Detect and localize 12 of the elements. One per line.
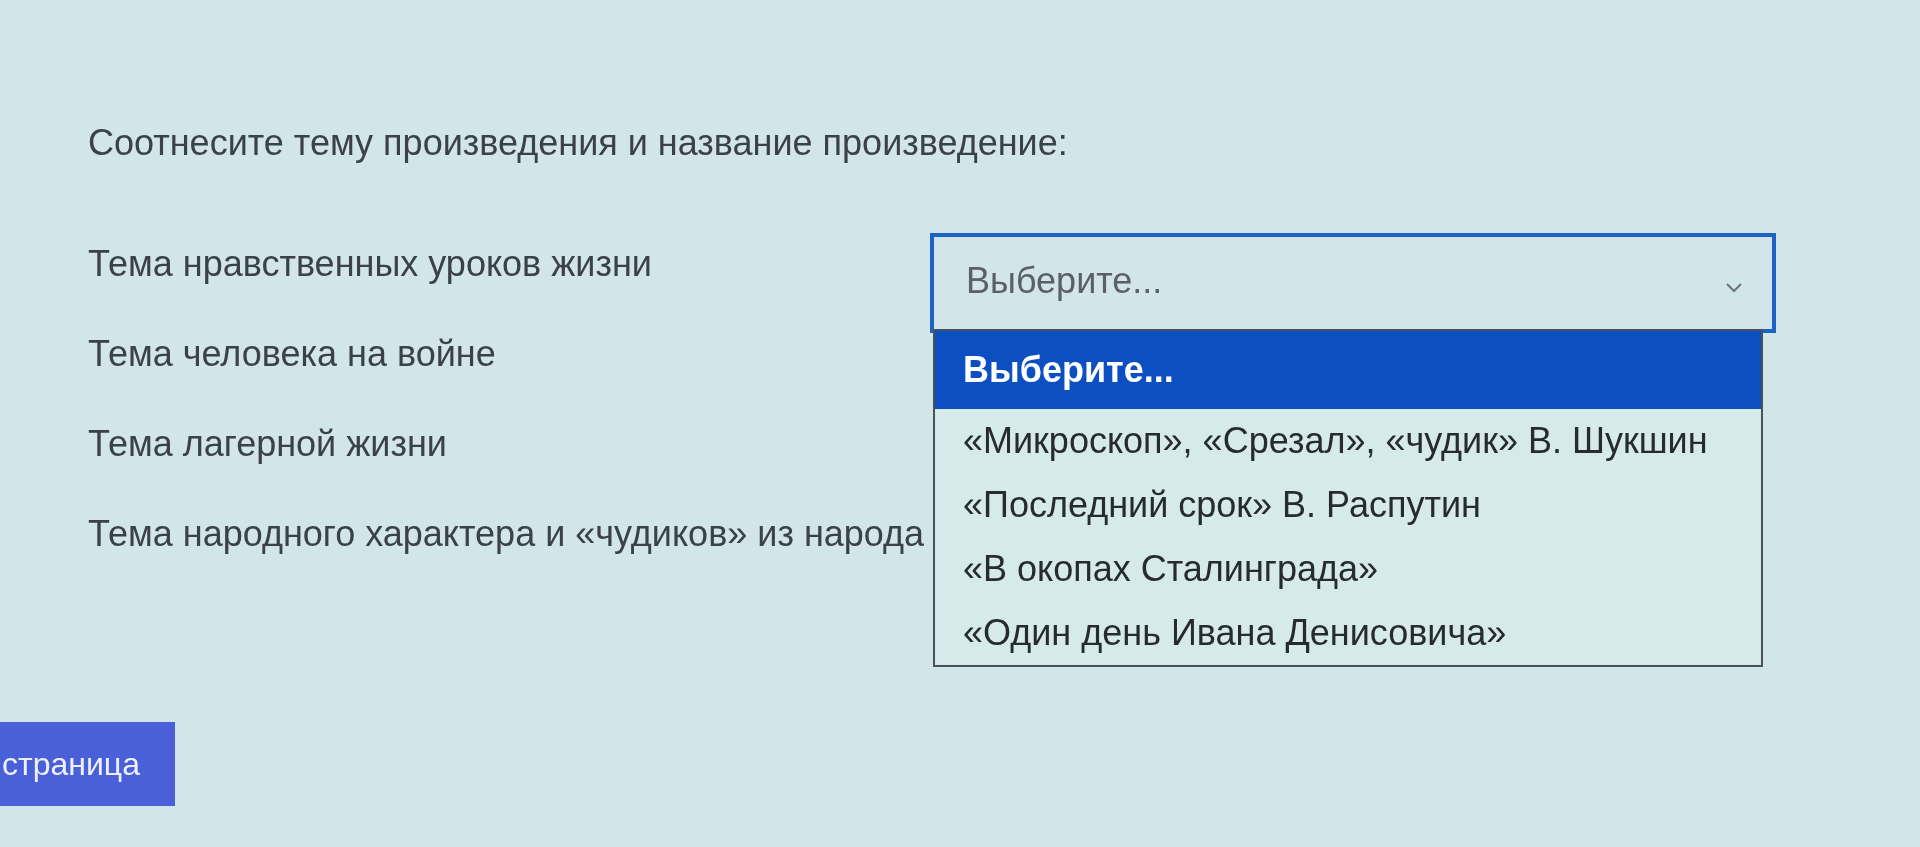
dropdown-option[interactable]: «Микроскоп», «Срезал», «чудик» В. Шукшин [935, 409, 1761, 473]
dropdown-option[interactable]: «Один день Ивана Денисовича» [935, 601, 1761, 665]
row-label: Тема лагерной жизни [88, 422, 447, 466]
dropdown-option[interactable]: «В окопах Сталинграда» [935, 537, 1761, 601]
row-label: Тема нравственных уроков жизни [88, 242, 652, 286]
row-label: Тема человека на войне [88, 332, 496, 376]
dropdown-option[interactable]: «Последний срок» В. Распутин [935, 473, 1761, 537]
nav-button[interactable]: страница [0, 722, 175, 806]
chevron-down-icon [1726, 283, 1742, 293]
dropdown-option[interactable]: Выберите... [935, 331, 1761, 409]
question-prompt: Соотнесите тему произведения и название произведение: [88, 121, 1068, 165]
row-label: Тема народного характера и «чудиков» из народа [88, 512, 925, 556]
